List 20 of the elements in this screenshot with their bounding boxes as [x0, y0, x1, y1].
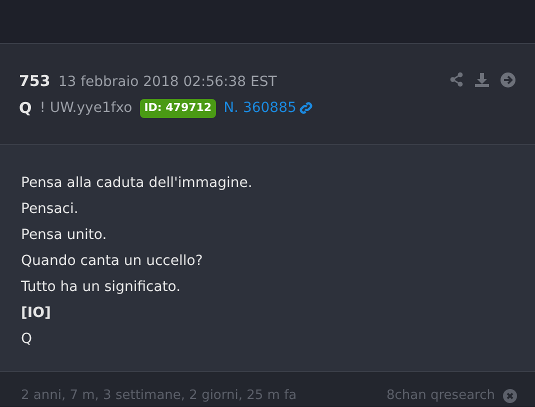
close-icon[interactable] — [503, 388, 517, 403]
post-text-line: Tutto ha un significato. — [21, 278, 182, 297]
post-text-line: Pensa alla caduta dell'immagine. — [21, 174, 254, 193]
id-badge: ID: 479712 — [140, 99, 216, 118]
post-text-line: Pensa unito. — [21, 226, 108, 245]
source-label: 8chan qresearch — [386, 387, 495, 405]
post-number: 753 — [19, 71, 50, 92]
post-date: 13 febbraio 2018 02:56:38 EST — [58, 73, 277, 92]
post-text-line: [IO] — [21, 304, 52, 323]
post-age: 2 anni, 7 m, 3 settimane, 2 giorni, 25 m fa — [21, 387, 297, 405]
post-text-line: Quando canta un uccello? — [21, 252, 204, 271]
post-link[interactable]: N. 360885 — [224, 98, 314, 119]
post-text-line: Q — [21, 330, 34, 349]
tripcode: ! UW.yye1fxo — [40, 98, 132, 118]
arrow-circle-icon[interactable] — [500, 72, 516, 88]
author-name: Q — [19, 98, 32, 119]
download-icon[interactable] — [474, 72, 490, 88]
post-text-line: Pensaci. — [21, 200, 80, 219]
link-icon — [299, 101, 314, 116]
share-icon[interactable] — [449, 72, 464, 87]
